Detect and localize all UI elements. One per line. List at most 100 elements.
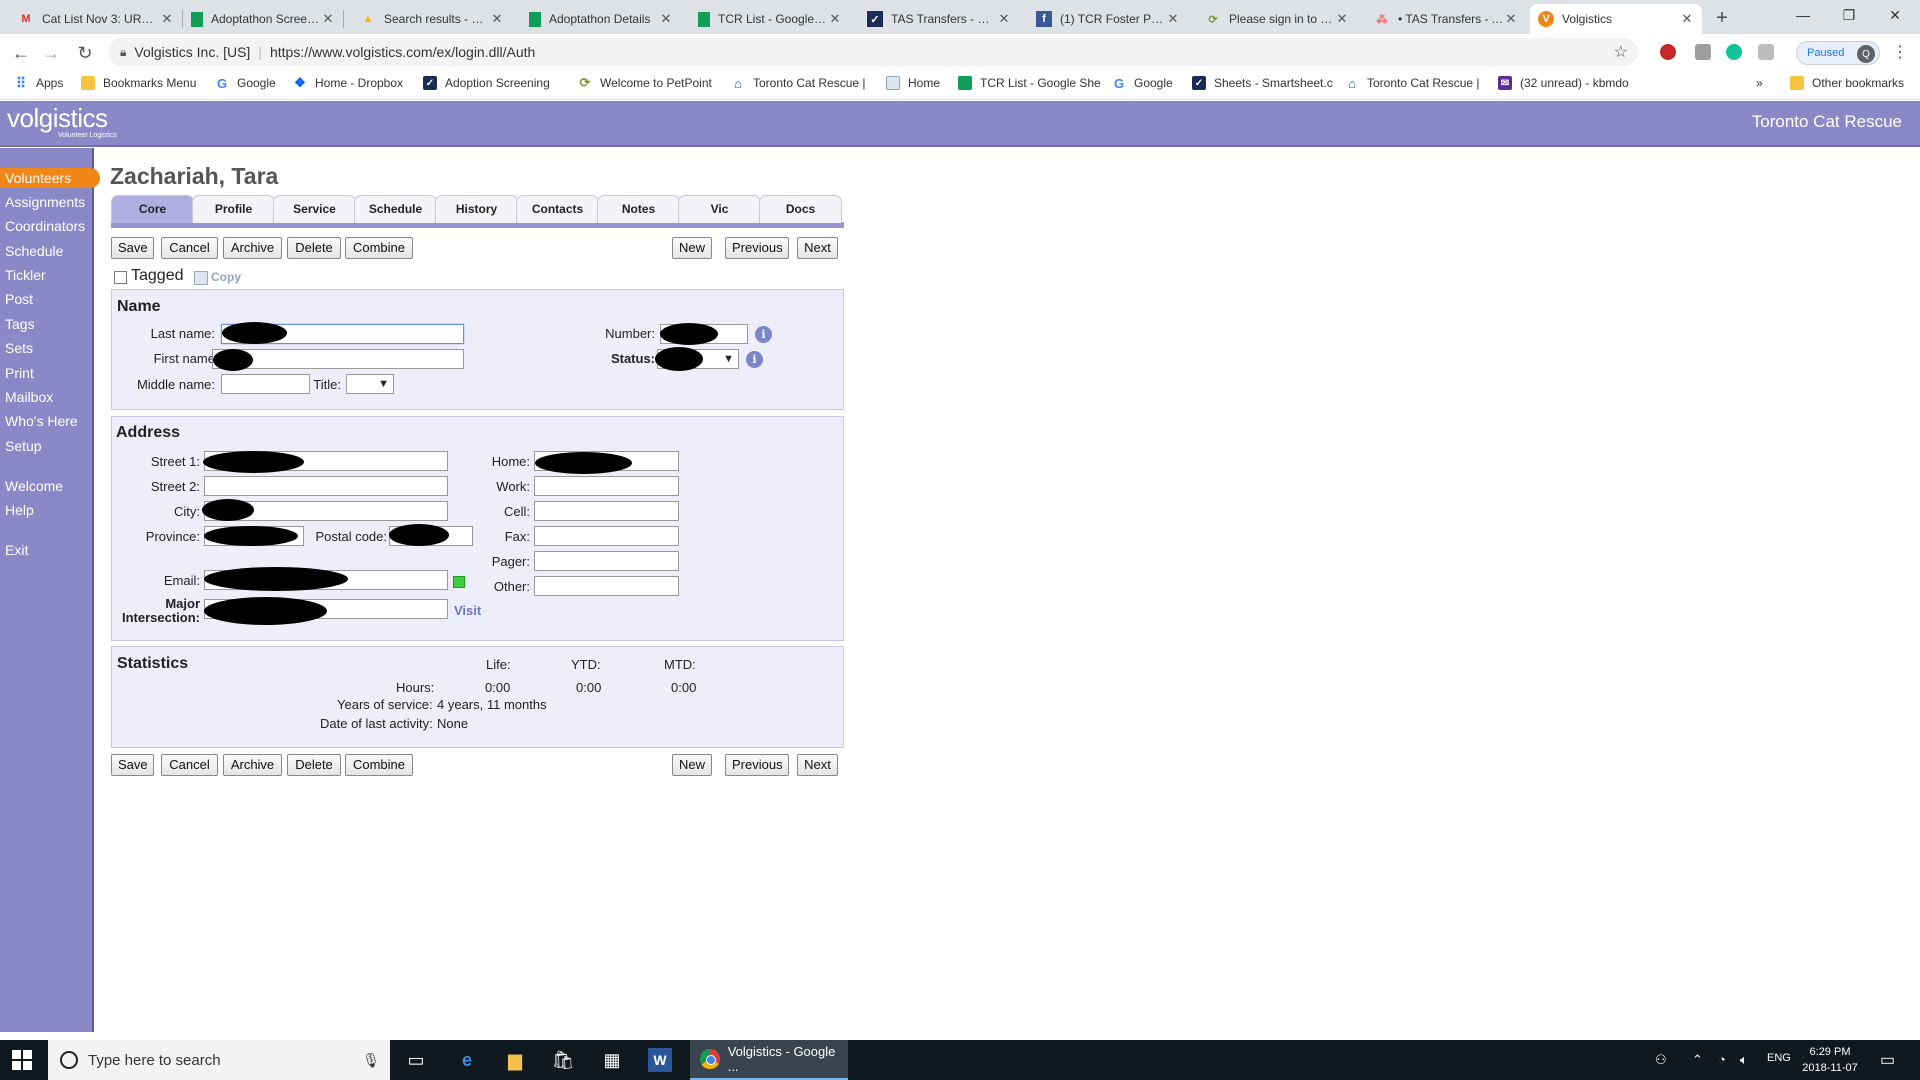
taskbar-chrome-button[interactable]: Volgistics - Google ...	[690, 1040, 848, 1080]
sidebar-item-assignments[interactable]: Assignments	[5, 192, 85, 212]
other-bookmarks[interactable]: Other bookmarks	[1790, 76, 1904, 90]
browser-tab[interactable]: ▲ Search results - Google Drive ✕	[352, 4, 512, 34]
sidebar-item-schedule[interactable]: Schedule	[5, 241, 63, 261]
street2-input[interactable]	[204, 476, 448, 496]
combine-button[interactable]: Combine	[345, 754, 413, 776]
people-icon[interactable]: ⚇	[1655, 1052, 1667, 1068]
browser-tab[interactable]: ⁂ • TAS Transfers - Asana ✕	[1366, 4, 1526, 34]
sidebar-item-tickler[interactable]: Tickler	[5, 265, 46, 285]
browser-tab[interactable]: TCR List - Google Sheets ✕	[690, 4, 850, 34]
volume-icon[interactable]: 🔈︎	[1740, 1052, 1748, 1068]
sidebar-item-whos-here[interactable]: Who's Here	[5, 411, 78, 431]
tagged-checkbox[interactable]	[114, 271, 127, 284]
browser-tab[interactable]: Adoptathon Details ✕	[521, 4, 681, 34]
grammarly-icon[interactable]	[1726, 44, 1742, 60]
browser-tab[interactable]: ✓ TAS Transfers - Smartsheet ✕	[859, 4, 1019, 34]
other-phone-input[interactable]	[534, 576, 679, 596]
bookmark-apps[interactable]: ⠿ Apps	[14, 75, 64, 91]
chevron-up-icon[interactable]: ⌃	[1692, 1052, 1703, 1068]
sidebar-item-volunteers[interactable]: Volunteers	[0, 168, 100, 188]
sidebar-item-help[interactable]: Help	[5, 500, 34, 520]
cancel-button[interactable]: Cancel	[161, 237, 218, 259]
bookmark-item[interactable]: ⌂ Toronto Cat Rescue |	[731, 76, 865, 91]
bookmark-item[interactable]: ⟳ Welcome to PetPoint	[578, 75, 712, 90]
new-button[interactable]: New	[672, 754, 712, 776]
bookmark-item[interactable]: Bookmarks Menu	[81, 76, 196, 90]
address-bar[interactable]: 🔒︎ Volgistics Inc. [US] | https://www.vo…	[108, 38, 1638, 66]
tab-schedule[interactable]: Schedule	[354, 195, 437, 223]
browser-tab[interactable]: M Cat List Nov 3: URGENT ✕	[10, 4, 182, 34]
bookmark-item[interactable]: TCR List - Google She	[958, 76, 1101, 90]
calculator-icon[interactable]: ▦	[600, 1048, 624, 1072]
visit-link[interactable]: Visit	[454, 603, 481, 618]
bookmark-item[interactable]: ⌂ Toronto Cat Rescue |	[1345, 76, 1479, 91]
notifications-icon[interactable]: ▭	[1880, 1050, 1895, 1070]
extension-icon[interactable]	[1660, 44, 1676, 60]
cell-phone-input[interactable]	[534, 501, 679, 521]
close-tab-icon[interactable]: ✕	[1504, 11, 1518, 27]
close-tab-icon[interactable]: ✕	[997, 11, 1011, 27]
new-button[interactable]: New	[672, 237, 712, 259]
archive-button[interactable]: Archive	[223, 237, 282, 259]
minimize-icon[interactable]: —	[1780, 0, 1826, 30]
taskbar-clock[interactable]: 6:29 PM 2018-11-07	[1800, 1044, 1860, 1076]
work-phone-input[interactable]	[534, 476, 679, 496]
close-tab-icon[interactable]: ✕	[321, 11, 335, 27]
back-icon[interactable]: ←	[10, 42, 32, 64]
cancel-button[interactable]: Cancel	[161, 754, 218, 776]
store-icon[interactable]: 🛍︎	[551, 1048, 575, 1072]
next-button[interactable]: Next	[797, 754, 838, 776]
copy-icon[interactable]	[194, 271, 208, 285]
reload-icon[interactable]: ↻	[74, 42, 96, 64]
menu-icon[interactable]: ⋮	[1892, 42, 1908, 62]
middle-name-input[interactable]	[221, 374, 310, 394]
new-tab-icon[interactable]: +	[1708, 4, 1736, 32]
edge-icon[interactable]: e	[455, 1048, 479, 1072]
language-indicator[interactable]: ENG	[1767, 1052, 1791, 1064]
pager-input[interactable]	[534, 551, 679, 571]
bookmark-item[interactable]: Home	[886, 76, 940, 90]
delete-button[interactable]: Delete	[287, 237, 341, 259]
tab-contacts[interactable]: Contacts	[516, 195, 599, 223]
sidebar-item-tags[interactable]: Tags	[5, 314, 35, 334]
task-view-icon[interactable]: ▭	[404, 1048, 428, 1072]
bookmark-star-icon[interactable]: ☆	[1614, 42, 1628, 62]
info-icon[interactable]: i	[746, 351, 763, 368]
browser-tab[interactable]: f (1) TCR Foster Parents ✕	[1028, 4, 1188, 34]
title-select[interactable]: ▼	[346, 374, 394, 394]
tab-history[interactable]: History	[435, 195, 518, 223]
delete-button[interactable]: Delete	[287, 754, 341, 776]
restore-icon[interactable]: ❐	[1826, 0, 1872, 30]
copy-link[interactable]: Copy	[211, 270, 241, 284]
tab-docs[interactable]: Docs	[759, 195, 842, 223]
sidebar-item-post[interactable]: Post	[5, 289, 33, 309]
combine-button[interactable]: Combine	[345, 237, 413, 259]
close-tab-icon[interactable]: ✕	[160, 11, 174, 27]
wifi-icon[interactable]: ◔	[1718, 1052, 1726, 1067]
browser-tab[interactable]: ⟳ Please sign in to continue ✕	[1197, 4, 1357, 34]
forward-icon[interactable]: →	[40, 42, 62, 64]
bookmark-item[interactable]: G Google	[1112, 76, 1173, 91]
extension-icon[interactable]	[1695, 44, 1711, 60]
browser-tab-active[interactable]: V Volgistics ✕	[1530, 4, 1702, 34]
tab-profile[interactable]: Profile	[192, 195, 275, 223]
volgistics-logo[interactable]: volgistics	[7, 103, 108, 134]
previous-button[interactable]: Previous	[725, 754, 789, 776]
sidebar-item-exit[interactable]: Exit	[5, 540, 28, 560]
bookmark-item[interactable]: G Google	[215, 76, 276, 91]
save-button[interactable]: Save	[111, 754, 154, 776]
save-button[interactable]: Save	[111, 237, 154, 259]
bookmark-item[interactable]: ❖ Home - Dropbox	[293, 75, 403, 90]
close-tab-icon[interactable]: ✕	[1335, 11, 1349, 27]
close-tab-icon[interactable]: ✕	[659, 11, 673, 27]
tab-service[interactable]: Service	[273, 195, 356, 223]
close-tab-icon[interactable]: ✕	[1680, 11, 1694, 27]
sidebar-item-sets[interactable]: Sets	[5, 338, 33, 358]
tab-vic[interactable]: Vic	[678, 195, 761, 223]
sidebar-item-welcome[interactable]: Welcome	[5, 476, 63, 496]
sidebar-item-mailbox[interactable]: Mailbox	[5, 387, 53, 407]
next-button[interactable]: Next	[797, 237, 838, 259]
microphone-icon[interactable]: 🎙︎	[362, 1052, 380, 1069]
close-tab-icon[interactable]: ✕	[828, 11, 842, 27]
file-explorer-icon[interactable]: ▆	[503, 1048, 527, 1072]
